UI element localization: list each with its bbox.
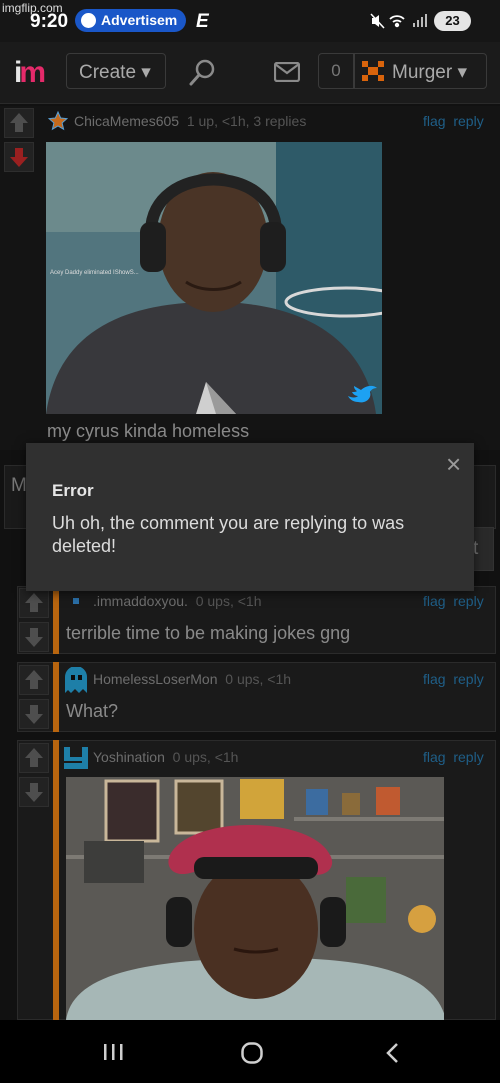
comment-text: terrible time to be making jokes gng [66,623,351,643]
spotify-ad-label: Advertisem [101,12,178,28]
imgflip-logo[interactable]: im [14,56,46,90]
comment-meta: 0 ups, <1h [172,749,239,765]
spotify-icon [81,13,96,28]
recents-icon[interactable] [101,1040,125,1069]
clock: 9:20 [30,11,69,32]
comment-image[interactable] [66,777,444,1020]
downvote-button[interactable] [19,622,49,652]
create-button[interactable]: Create ▾ [66,53,166,89]
reply-link[interactable]: reply [453,749,483,765]
upvote-button[interactable] [19,588,49,618]
flag-link[interactable]: flag [423,749,446,765]
screen: imgflip.com 9:20 Advertisem E 23 im Crea… [0,0,500,1083]
battery-indicator: 23 [434,11,471,31]
comment-username[interactable]: ChicaMemes605 [74,113,179,129]
comment-meta: 1 up, <1h, 3 replies [186,113,307,129]
comment-username[interactable]: HomelessLoserMon [93,671,218,687]
downvote-button[interactable] [4,142,34,172]
status-icons [370,12,430,33]
reply-link[interactable]: reply [453,671,483,687]
mail-icon[interactable] [273,61,301,87]
signal-icon [413,14,427,27]
upvote-button[interactable] [19,665,49,695]
notification-count[interactable]: 0 [318,53,354,89]
comment-username[interactable]: Yoshination [93,749,165,765]
reply-link[interactable]: reply [453,113,483,129]
reply-box-prefix: M [11,475,27,496]
pacman-ghost-icon [63,666,89,698]
upvote-button[interactable] [19,743,49,773]
comment-meta: 0 ups, <1h [225,671,292,687]
reply-indent-bar [53,662,59,732]
downvote-button[interactable] [19,777,49,807]
error-dialog-title: Error [52,481,94,500]
image-caption: Acey Daddy eliminated IShowS... [50,270,139,276]
comment-text: my cyrus kinda homeless [47,421,250,441]
comment-image[interactable]: Acey Daddy eliminated IShowS... [46,142,382,414]
star-icon [47,110,69,136]
user-icon [73,598,79,604]
reply-link[interactable]: reply [453,593,483,609]
flag-link[interactable]: flag [423,671,446,687]
comment-text: What? [66,701,119,721]
reply-indent-bar [53,586,59,654]
comment-username[interactable]: .immaddoxyou. [93,593,188,609]
espn-icon: E [196,11,209,32]
close-icon[interactable]: × [446,449,461,480]
spotify-ad-pill[interactable]: Advertisem [75,9,186,32]
mute-icon [370,13,385,29]
back-icon[interactable] [381,1041,405,1070]
flag-link[interactable]: flag [423,593,446,609]
downvote-button[interactable] [19,699,49,729]
flag-link[interactable]: flag [423,113,446,129]
logo-m: m [19,56,46,89]
user-avatar-icon [362,61,384,81]
reply-indent-bar [53,740,59,1020]
error-dialog-message: Uh oh, the comment you are replying to w… [52,513,405,556]
upvote-button[interactable] [4,108,34,138]
search-icon[interactable] [188,58,218,93]
comment-meta: 0 ups, <1h [195,593,262,609]
user-icon [63,745,89,776]
home-icon[interactable] [240,1041,264,1070]
wifi-icon [389,15,405,28]
